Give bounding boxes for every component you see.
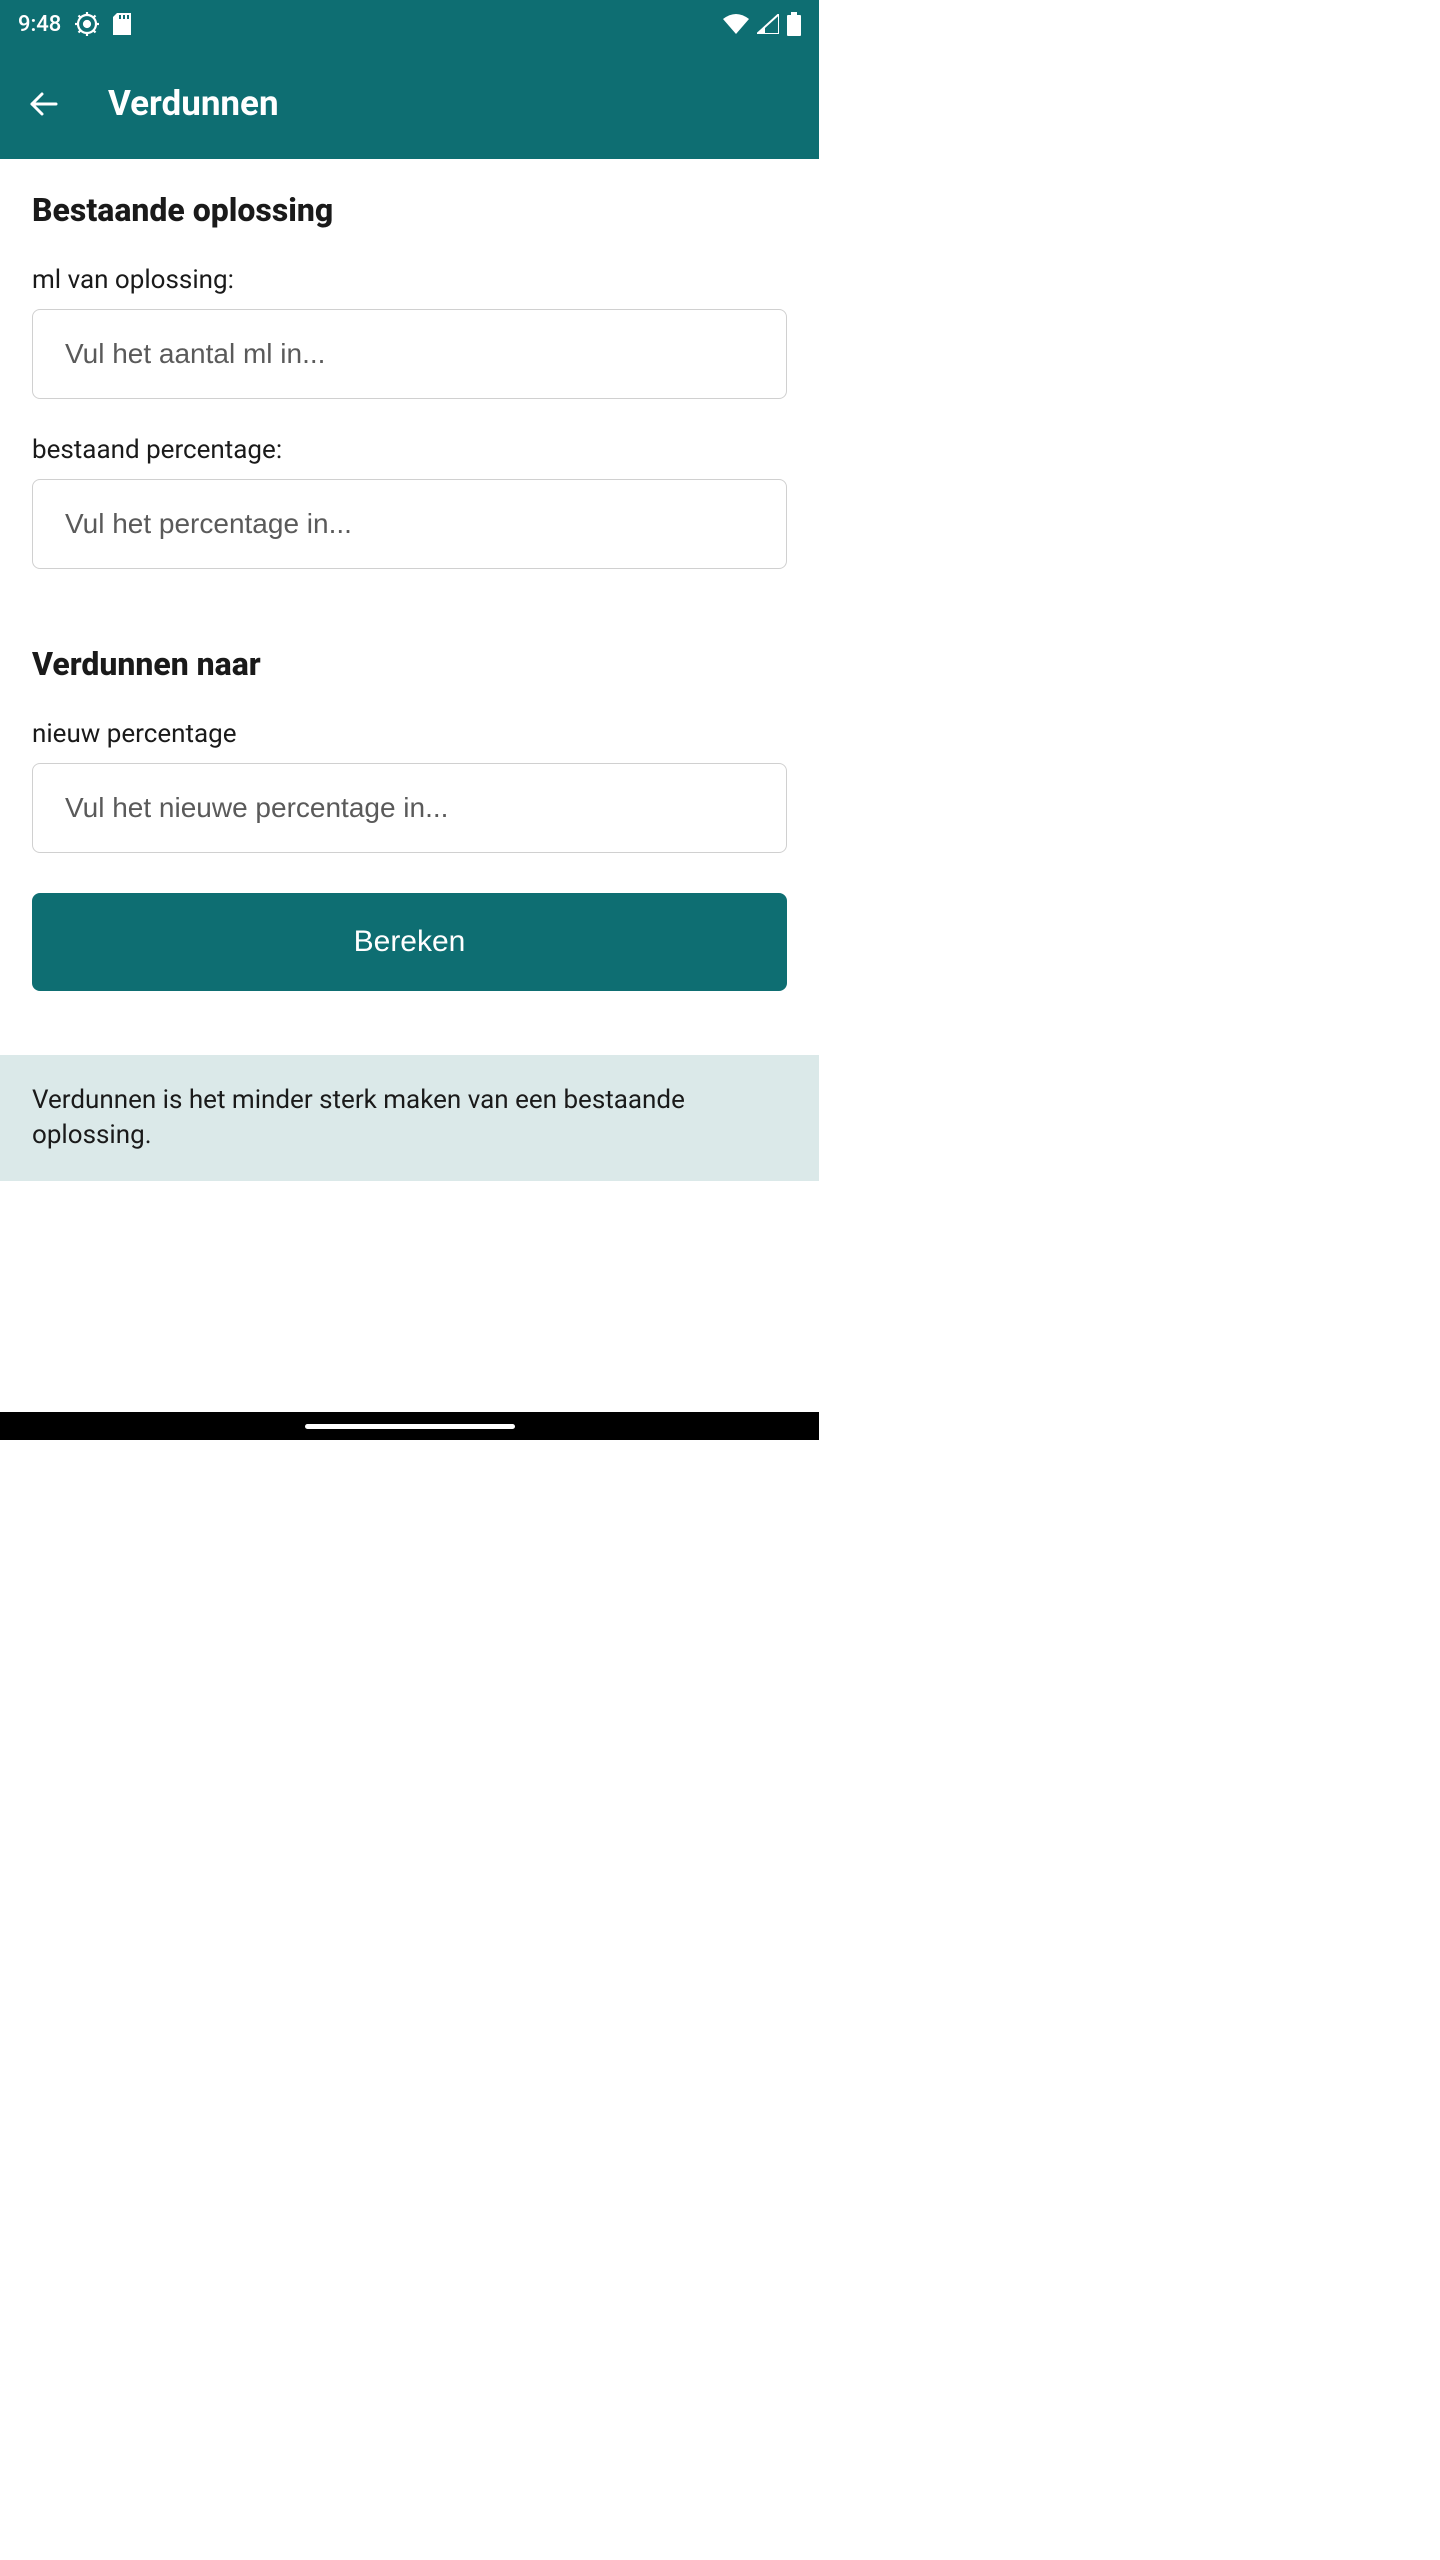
status-left: 9:48 <box>18 12 131 37</box>
content: Bestaande oplossing ml van oplossing: be… <box>0 159 819 1181</box>
battery-icon <box>787 12 801 36</box>
section-dilute-title: Verdunnen naar <box>32 645 787 683</box>
status-time: 9:48 <box>18 12 61 37</box>
page-title: Verdunnen <box>108 83 279 124</box>
nav-handle[interactable] <box>305 1424 515 1429</box>
status-bar: 9:48 <box>0 0 819 48</box>
status-right <box>723 12 801 36</box>
new-percent-label: nieuw percentage <box>32 719 787 749</box>
sd-card-icon <box>113 13 131 35</box>
cellular-signal-icon <box>757 14 779 34</box>
ml-label: ml van oplossing: <box>32 265 787 295</box>
existing-percent-label: bestaand percentage: <box>32 435 787 465</box>
ml-input[interactable] <box>32 309 787 399</box>
section-existing-title: Bestaande oplossing <box>32 191 787 229</box>
new-percent-input[interactable] <box>32 763 787 853</box>
navigation-bar <box>0 1412 819 1440</box>
info-banner: Verdunnen is het minder sterk maken van … <box>0 1055 819 1181</box>
info-text: Verdunnen is het minder sterk maken van … <box>32 1083 787 1153</box>
calculate-button[interactable]: Bereken <box>32 893 787 991</box>
existing-percent-input[interactable] <box>32 479 787 569</box>
settings-gear-icon <box>75 12 99 36</box>
app-bar: Verdunnen <box>0 48 819 159</box>
wifi-icon <box>723 14 749 34</box>
back-button[interactable] <box>20 80 68 128</box>
arrow-left-icon <box>26 86 62 122</box>
